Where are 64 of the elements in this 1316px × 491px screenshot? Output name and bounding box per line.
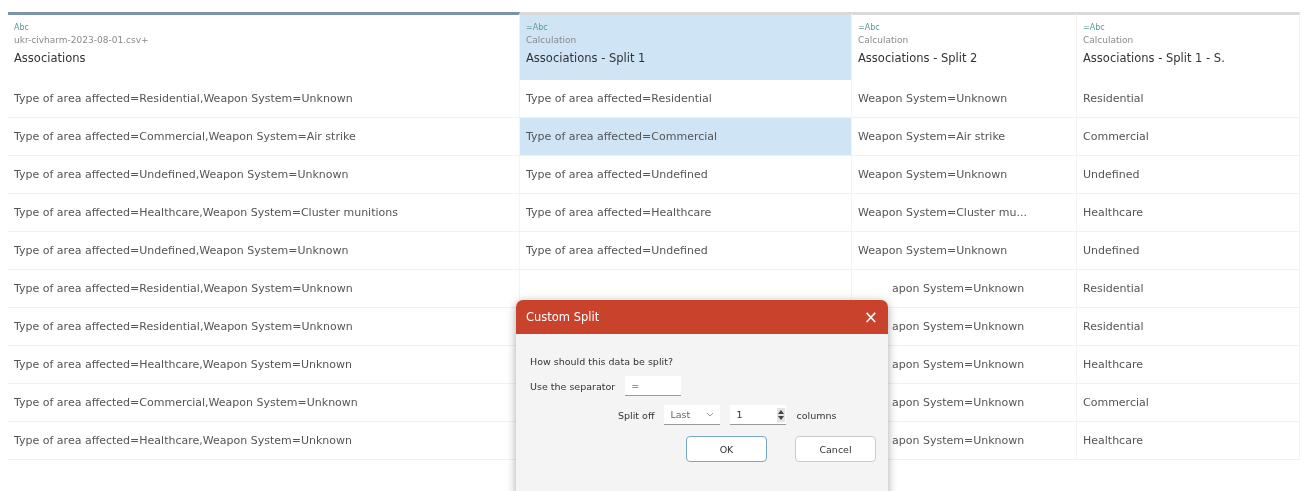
table-cell: Type of area affected=Undefined <box>526 244 708 257</box>
source-label: Calculation <box>526 35 578 45</box>
table-cell: Healthcare <box>1083 358 1143 371</box>
data-type-label: =Abc <box>526 23 549 32</box>
field-label: Use the separator <box>530 380 616 392</box>
column-header[interactable]: =Abc Calculation Associations - Split 1 <box>520 12 852 80</box>
source-label: ukr-civharm-2023-08-01.csv+ <box>14 35 150 45</box>
table-cell: Type of area affected=Healthcare,Weapon System=Unknown <box>14 358 352 371</box>
table-cell: Undefined <box>1083 244 1140 257</box>
count-spinner[interactable]: 1 <box>730 405 787 425</box>
data-type-label: =Abc <box>1083 23 1106 32</box>
data-type-label: =Abc <box>858 23 881 32</box>
table-cell: Weapon System=Unknown <box>858 168 1008 181</box>
table-cell: Weapon System=Unknown <box>858 244 1008 257</box>
column-header[interactable]: =Abc Calculation Associations - Split 1 - S. <box>1077 12 1300 80</box>
dialog-prompt: How should this data be split? <box>530 356 674 367</box>
table-cell: apon System=Unknown <box>892 358 1025 371</box>
table-cell: Type of area affected=Healthcare,Weapon System=Cluster munitions <box>14 206 398 219</box>
ok-button[interactable]: OK <box>686 436 767 462</box>
caret-icon <box>706 412 715 417</box>
column-name: Associations - Split 2 <box>858 51 979 65</box>
table-cell: Residential <box>1083 320 1144 333</box>
table-cell: Residential <box>1083 92 1144 105</box>
dialog-title: Custom Split <box>526 310 600 324</box>
table-cell: Type of area affected=Undefined,Weapon System=Unknown <box>14 244 349 257</box>
split-mode-dropdown[interactable]: Last <box>664 405 721 425</box>
table-cell: Type of area affected=Commercial,Weapon System=Air strike <box>14 130 356 143</box>
table-cell: Commercial <box>1083 130 1149 143</box>
field-label: Split off <box>618 409 655 421</box>
source-label: Calculation <box>1083 35 1135 45</box>
field-label: columns <box>796 409 837 421</box>
table-cell: Type of area affected=Healthcare <box>526 206 712 219</box>
data-type-label: Abc <box>14 23 30 32</box>
table-cell: Healthcare <box>1083 434 1143 447</box>
table-cell: Type of area affected=Residential,Weapon System=Unknown <box>14 92 353 105</box>
table-cell: Type of area affected=Undefined <box>526 168 708 181</box>
table-cell: apon System=Unknown <box>892 320 1025 333</box>
close-icon[interactable]: × <box>863 308 878 326</box>
table-cell: Type of area affected=Residential,Weapon System=Unknown <box>14 320 353 333</box>
source-label: Calculation <box>858 35 910 45</box>
table-cell: Type of area affected=Residential,Weapon System=Unknown <box>14 282 353 295</box>
table-cell: Type of area affected=Residential <box>526 92 712 105</box>
table-cell: Weapon System=Air strike <box>858 130 1006 143</box>
table-cell: Commercial <box>1083 396 1149 409</box>
table-cell: Undefined <box>1083 168 1140 181</box>
table-cell: Residential <box>1083 282 1144 295</box>
table-cell: apon System=Unknown <box>892 282 1025 295</box>
selected-cell[interactable]: Type of area affected=Commercial <box>520 118 852 156</box>
table-cell: Type of area affected=Commercial,Weapon System=Unknown <box>14 396 358 409</box>
table-cell: Type of area affected=Healthcare,Weapon System=Unknown <box>14 434 352 447</box>
table-cell: Type of area affected=Commercial <box>526 130 718 143</box>
table-cell: Type of area affected=Undefined,Weapon System=Unknown <box>14 168 349 181</box>
column-name: Associations <box>14 51 87 65</box>
table-cell: apon System=Unknown <box>892 434 1025 447</box>
table-cell: apon System=Unknown <box>892 396 1025 409</box>
separator-field[interactable]: = <box>625 376 682 396</box>
column-header[interactable]: =Abc Calculation Associations - Split 2 <box>852 12 1077 80</box>
table-cell: Healthcare <box>1083 206 1143 219</box>
column-name: Associations - Split 1 <box>526 51 647 65</box>
spinner-arrows-icon <box>777 407 786 422</box>
cancel-button[interactable]: Cancel <box>795 436 876 462</box>
table-cell: Weapon System=Unknown <box>858 92 1008 105</box>
column-name: Associations - Split 1 - S. <box>1083 51 1226 65</box>
table-cell: Weapon System=Cluster mu... <box>858 206 1027 219</box>
